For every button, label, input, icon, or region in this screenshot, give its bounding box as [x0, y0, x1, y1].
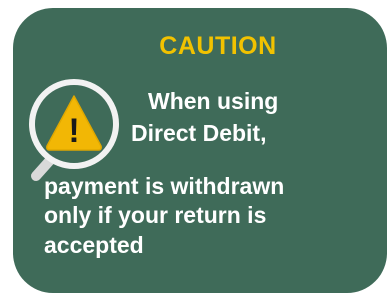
message-line-3: payment is withdrawn — [44, 173, 285, 199]
message-line-2: Direct Debit, — [131, 120, 267, 146]
exclamation-mark: ! — [68, 112, 79, 150]
message-line-5: accepted — [44, 232, 144, 258]
message-line-1: When using — [148, 88, 279, 114]
caution-title: CAUTION — [159, 32, 277, 60]
message-line-4: only if your return is — [44, 202, 267, 228]
